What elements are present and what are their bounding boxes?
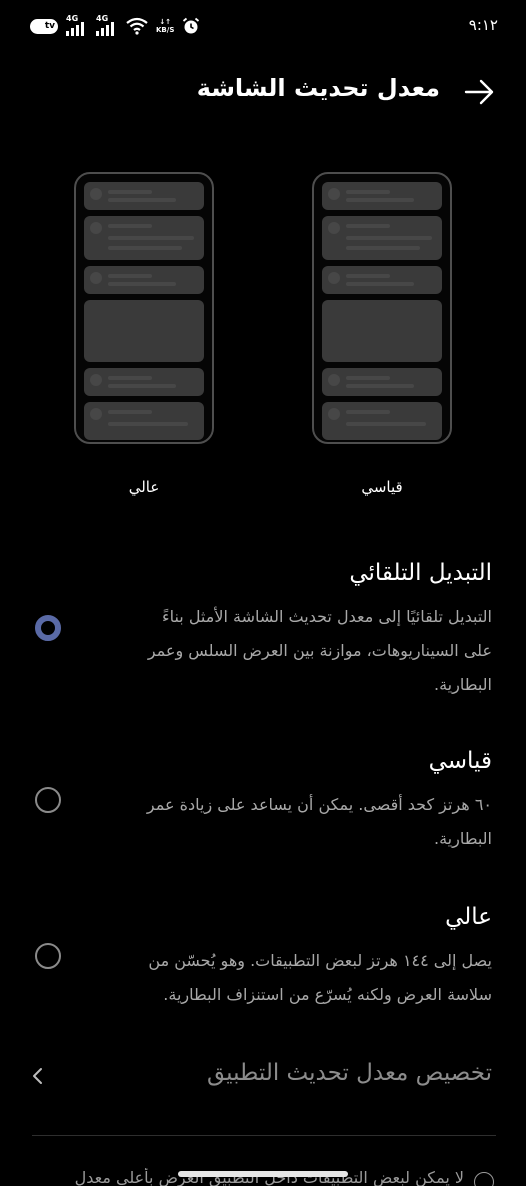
option-description: ٦٠ هرتز كحد أقصى. يمكن أن يساعد على زياد… xyxy=(146,795,492,848)
status-bar: tv 4G 4G ↓↑ KB/S ٩:١٢ xyxy=(0,0,526,56)
info-icon xyxy=(474,1172,494,1186)
home-indicator[interactable] xyxy=(178,1171,348,1177)
signal-icon-2: 4G xyxy=(96,14,118,36)
option-auto[interactable]: التبديل التلقائي التبديل تلقائيًا إلى مع… xyxy=(0,556,526,706)
page-title: معدل تحديث الشاشة xyxy=(196,74,440,102)
option-title: التبديل التلقائي xyxy=(349,560,492,586)
preview-high[interactable]: عالي xyxy=(74,172,214,496)
divider xyxy=(32,1135,496,1136)
status-icons: tv 4G 4G ↓↑ KB/S xyxy=(30,14,200,36)
option-description: التبديل تلقائيًا إلى معدل تحديث الشاشة ا… xyxy=(147,607,492,694)
radio-auto[interactable] xyxy=(35,615,61,641)
preview-label-standard: قياسي xyxy=(361,478,403,496)
radio-high[interactable] xyxy=(35,943,61,969)
status-time: ٩:١٢ xyxy=(468,16,498,34)
radio-standard[interactable] xyxy=(35,787,61,813)
signal-icon-1: 4G xyxy=(66,14,88,36)
wifi-icon xyxy=(126,17,148,35)
header: معدل تحديث الشاشة xyxy=(0,70,526,114)
option-high[interactable]: عالي يصل إلى ١٤٤ هرتز لبعض التطبيقات. وه… xyxy=(0,900,526,1016)
preview-standard[interactable]: قياسي xyxy=(312,172,452,496)
option-title: قياسي xyxy=(428,748,492,774)
option-description: يصل إلى ١٤٤ هرتز لبعض التطبيقات. وهو يُح… xyxy=(148,951,492,1004)
preview-label-high: عالي xyxy=(128,478,160,496)
option-title: عالي xyxy=(445,904,492,930)
option-standard[interactable]: قياسي ٦٠ هرتز كحد أقصى. يمكن أن يساعد عل… xyxy=(0,744,526,860)
arrow-right-icon[interactable] xyxy=(462,76,498,108)
alarm-icon xyxy=(183,17,200,34)
chevron-left-icon xyxy=(33,1068,42,1084)
phone-mockup xyxy=(74,172,214,444)
phone-mockup xyxy=(312,172,452,444)
customize-app-refresh-rate[interactable]: تخصيص معدل تحديث التطبيق xyxy=(0,1054,526,1098)
tv-icon: tv xyxy=(30,18,58,34)
customize-label: تخصيص معدل تحديث التطبيق xyxy=(206,1060,492,1086)
network-speed: ↓↑ KB/S xyxy=(156,18,175,34)
